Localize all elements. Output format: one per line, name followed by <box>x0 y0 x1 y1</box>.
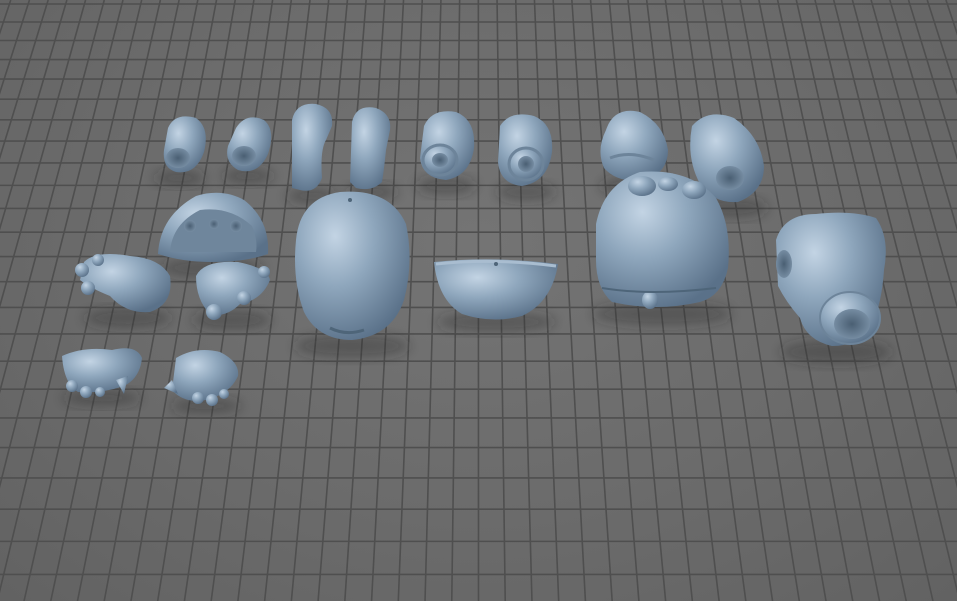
forearm-left[interactable] <box>420 111 475 180</box>
forearm-right[interactable] <box>498 114 553 186</box>
pelvis[interactable] <box>158 192 269 262</box>
grid-line <box>0 0 106 394</box>
part-shadow <box>496 183 556 201</box>
foot-left[interactable] <box>75 254 171 313</box>
grid-line <box>552 0 587 601</box>
part-shadow <box>154 170 206 186</box>
3d-viewport[interactable] <box>0 0 957 601</box>
jaw[interactable] <box>434 259 558 320</box>
grid-line <box>870 0 957 309</box>
part-shadow <box>170 398 242 414</box>
hand-left[interactable] <box>62 348 142 398</box>
head[interactable] <box>596 171 729 309</box>
torso[interactable] <box>295 191 410 340</box>
hand-right[interactable] <box>164 350 239 406</box>
ear-left[interactable] <box>292 103 333 191</box>
part-shadow <box>192 310 272 330</box>
chest-piece[interactable] <box>776 212 886 346</box>
grid-line <box>424 0 442 601</box>
grid-line <box>571 0 613 601</box>
grid-line <box>0 0 87 309</box>
grid-line <box>926 0 957 96</box>
scene-canvas[interactable] <box>0 0 957 601</box>
ear-right[interactable] <box>350 107 391 190</box>
grid-line <box>0 0 68 231</box>
upper-arm-left[interactable] <box>163 116 206 173</box>
thigh-left[interactable] <box>600 110 668 181</box>
part-shadow <box>84 308 172 328</box>
grid-line <box>889 0 957 232</box>
grid-line <box>0 0 31 95</box>
